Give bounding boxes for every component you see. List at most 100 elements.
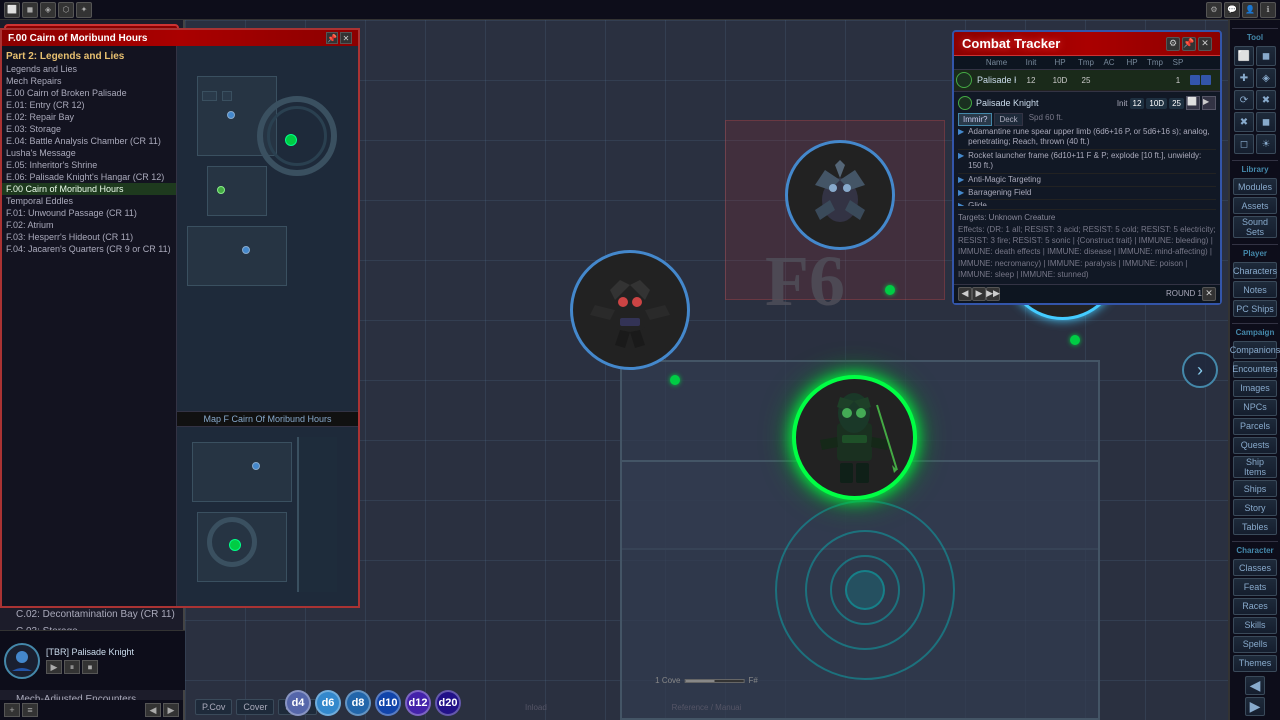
tool-btn-7[interactable]: ✖ <box>1234 112 1254 132</box>
sidebar-tables[interactable]: Tables <box>1233 518 1277 535</box>
tool-btn-10[interactable]: ☀ <box>1256 134 1276 154</box>
chat-icon[interactable]: 💬 <box>1224 2 1240 18</box>
ct-close-btn[interactable]: ✕ <box>1198 37 1212 51</box>
ref-nav-item[interactable]: E.01: Entry (CR 12) <box>2 99 176 111</box>
sidebar-modules[interactable]: Modules <box>1233 178 1277 195</box>
p-cov-btn[interactable]: P.Cov <box>195 699 232 715</box>
sidebar-quests[interactable]: Quests <box>1233 437 1277 454</box>
ct-tab-immir[interactable]: Immir? <box>958 113 992 126</box>
sidebar-companions[interactable]: Companions <box>1233 341 1277 358</box>
ref-nav-item[interactable]: F.02: Atrium <box>2 219 176 231</box>
token-active-center[interactable] <box>792 375 917 500</box>
tool-btn-5[interactable]: ⟳ <box>1234 90 1254 110</box>
ref-nav-item[interactable]: E.00 Cairn of Broken Palisade <box>2 87 176 99</box>
die-8[interactable]: d8 <box>345 690 371 716</box>
toolbar-icon-5[interactable]: ✦ <box>76 2 92 18</box>
sidebar-assets[interactable]: Assets <box>1233 197 1277 214</box>
ct-action-icon-2[interactable] <box>1201 75 1211 85</box>
sidebar-npcs[interactable]: NPCs <box>1233 399 1277 416</box>
next-btn[interactable]: ▶ <box>163 703 179 717</box>
ref-nav-item[interactable]: F.00 Cairn of Moribund Hours <box>2 183 176 195</box>
ref-pin-btn[interactable]: 📌 <box>326 32 338 44</box>
sidebar-races[interactable]: Races <box>1233 598 1277 615</box>
info-icon[interactable]: ℹ <box>1260 2 1276 18</box>
ct-pin-btn[interactable]: 📌 <box>1182 37 1196 51</box>
ref-nav-item[interactable]: E.06: Palisade Knight's Hangar (CR 12) <box>2 171 176 183</box>
ref-nav-item[interactable]: F.04: Jacaren's Quarters (CR 9 or CR 11) <box>2 243 176 255</box>
tool-btn-4[interactable]: ◈ <box>1256 68 1276 88</box>
portrait-btn-2[interactable]: ⏸ <box>64 660 80 674</box>
sidebar-bottom-left[interactable]: ◀ <box>1245 676 1265 695</box>
toolbar-icon-3[interactable]: ◈ <box>40 2 56 18</box>
portrait-btn-1[interactable]: ▶ <box>46 660 62 674</box>
ref-nav-item[interactable]: E.05: Inheritor's Shrine <box>2 159 176 171</box>
list-btn[interactable]: ≡ <box>22 703 38 717</box>
ct-cell-init-1[interactable]: 12 <box>1017 76 1045 85</box>
token-flying-1[interactable]: 15 <box>785 140 895 250</box>
sidebar-ship-items[interactable]: Ship Items <box>1233 456 1277 478</box>
ct-prev-btn[interactable]: ◀ <box>958 287 972 301</box>
sidebar-bottom-right[interactable]: ▶ <box>1245 697 1265 716</box>
sidebar-skills[interactable]: Skills <box>1233 617 1277 634</box>
toolbar-icon-4[interactable]: ⬡ <box>58 2 74 18</box>
sidebar-notes[interactable]: Notes <box>1233 281 1277 298</box>
ref-nav-item[interactable]: E.02: Repair Bay <box>2 111 176 123</box>
ref-nav-item[interactable]: E.03: Storage <box>2 123 176 135</box>
ref-nav-item[interactable]: Mech Repairs <box>2 75 176 87</box>
ct-panel-icon-2[interactable]: ▶ <box>1202 96 1216 110</box>
ct-action-icon-1[interactable] <box>1190 75 1200 85</box>
user-icon[interactable]: 👤 <box>1242 2 1258 18</box>
portrait-btn-3[interactable]: ⏹ <box>82 660 98 674</box>
sidebar-images[interactable]: Images <box>1233 380 1277 397</box>
cover-btn[interactable]: Cover <box>236 699 274 715</box>
sidebar-sound-sets[interactable]: Sound Sets <box>1233 216 1277 238</box>
ct-next-btn[interactable]: ▶▶ <box>986 287 1000 301</box>
sidebar-themes[interactable]: Themes <box>1233 655 1277 672</box>
sidebar-feats[interactable]: Feats <box>1233 578 1277 595</box>
tool-btn-3[interactable]: ✚ <box>1234 68 1254 88</box>
die-6[interactable]: d6 <box>315 690 341 716</box>
tool-btn-2[interactable]: ◼ <box>1256 46 1276 66</box>
token-mech-left[interactable] <box>570 250 690 370</box>
ct-panel-name: Palisade Knight <box>976 98 1039 108</box>
ref-nav-item[interactable]: Lusha's Message <box>2 147 176 159</box>
ct-cell-name-1[interactable]: Palisade Knight <box>977 75 1016 85</box>
ct-panel-icon-1[interactable]: ⬜ <box>1186 96 1200 110</box>
tool-btn-6[interactable]: ✖ <box>1256 90 1276 110</box>
sidebar-pc-ships[interactable]: PC Ships <box>1233 300 1277 317</box>
sidebar-ships[interactable]: Ships <box>1233 480 1277 497</box>
tool-btn-8[interactable]: ◼ <box>1256 112 1276 132</box>
sidebar-characters[interactable]: Characters <box>1233 262 1277 279</box>
settings-icon[interactable]: ⚙ <box>1206 2 1222 18</box>
sidebar-classes[interactable]: Classes <box>1233 559 1277 576</box>
ref-nav-item[interactable]: E.04: Battle Analysis Chamber (CR 11) <box>2 135 176 147</box>
nav-item[interactable]: Mech-Adjusted Encounters <box>4 691 179 700</box>
die-4[interactable]: d4 <box>285 690 311 716</box>
nav-arrow-right[interactable]: › <box>1182 352 1218 388</box>
die-10[interactable]: d10 <box>375 690 401 716</box>
ct-play-btn[interactable]: ▶ <box>972 287 986 301</box>
ref-nav-item[interactable]: Part 2: Legends and Lies <box>2 50 176 63</box>
ref-nav-item[interactable]: F.03: Hesperr's Hideout (CR 11) <box>2 231 176 243</box>
ref-nav-item[interactable]: Legends and Lies <box>2 63 176 75</box>
sidebar-parcels[interactable]: Parcels <box>1233 418 1277 435</box>
ct-tab-deck[interactable]: Deck <box>994 113 1022 126</box>
toolbar-icon-1[interactable]: ⬜ <box>4 2 20 18</box>
nav-item[interactable]: C.02: Decontamination Bay (CR 11) <box>4 606 179 623</box>
add-btn[interactable]: + <box>4 703 20 717</box>
toolbar-icon-2[interactable]: ◼ <box>22 2 38 18</box>
ct-controls: ⚙ 📌 ✕ <box>1166 37 1212 51</box>
die-12[interactable]: d12 <box>405 690 431 716</box>
prev-btn[interactable]: ◀ <box>145 703 161 717</box>
sidebar-story[interactable]: Story <box>1233 499 1277 516</box>
tool-btn-9[interactable]: ◻ <box>1234 134 1254 154</box>
ref-nav-item[interactable]: Temporal Eddles <box>2 195 176 207</box>
sidebar-spells[interactable]: Spells <box>1233 636 1277 653</box>
sidebar-encounters[interactable]: Encounters <box>1233 361 1277 378</box>
ct-settings-btn[interactable]: ⚙ <box>1166 37 1180 51</box>
die-20[interactable]: d20 <box>435 690 461 716</box>
tool-btn-1[interactable]: ⬜ <box>1234 46 1254 66</box>
ct-end-btn[interactable]: ✕ <box>1202 287 1216 301</box>
ref-close-btn[interactable]: ✕ <box>340 32 352 44</box>
ref-nav-item[interactable]: F.01: Unwound Passage (CR 11) <box>2 207 176 219</box>
